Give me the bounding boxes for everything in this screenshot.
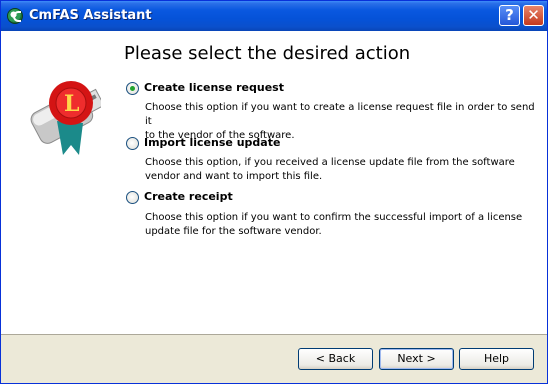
create-receipt-label[interactable]: Create receipt <box>144 190 233 203</box>
create-license-request-label[interactable]: Create license request <box>144 81 284 94</box>
cmfas-app-icon <box>7 8 23 24</box>
import-license-update-description: Choose this option, if you received a li… <box>145 156 535 184</box>
description-line: vendor and want to import this file. <box>145 171 323 182</box>
import-license-update-radio[interactable] <box>126 137 139 150</box>
assistant-window: CmFAS Assistant ? ✕ L Please select the … <box>0 0 548 384</box>
create-receipt-description: Choose this option if you want to confir… <box>145 211 535 239</box>
create-receipt-radio[interactable] <box>126 191 139 204</box>
usb-license-key-icon: L <box>30 81 101 155</box>
window-title: CmFAS Assistant <box>29 8 152 23</box>
next-button[interactable]: Next > <box>379 348 454 370</box>
help-button[interactable]: Help <box>459 348 534 370</box>
create-license-request-radio[interactable] <box>126 82 139 95</box>
import-license-update-label[interactable]: Import license update <box>144 136 280 149</box>
close-title-button[interactable]: ✕ <box>523 5 544 26</box>
description-line: Choose this option if you want to confir… <box>145 212 523 223</box>
page-heading: Please select the desired action <box>124 43 411 64</box>
description-line: Choose this option, if you received a li… <box>145 157 515 168</box>
description-line: update file for the software vendor. <box>145 226 322 237</box>
description-line: Choose this option if you want to create… <box>145 102 535 127</box>
title-bar[interactable]: CmFAS Assistant ? ✕ <box>1 1 547 31</box>
svg-text:L: L <box>64 91 79 117</box>
help-title-button[interactable]: ? <box>499 5 520 26</box>
back-button[interactable]: < Back <box>298 348 373 370</box>
